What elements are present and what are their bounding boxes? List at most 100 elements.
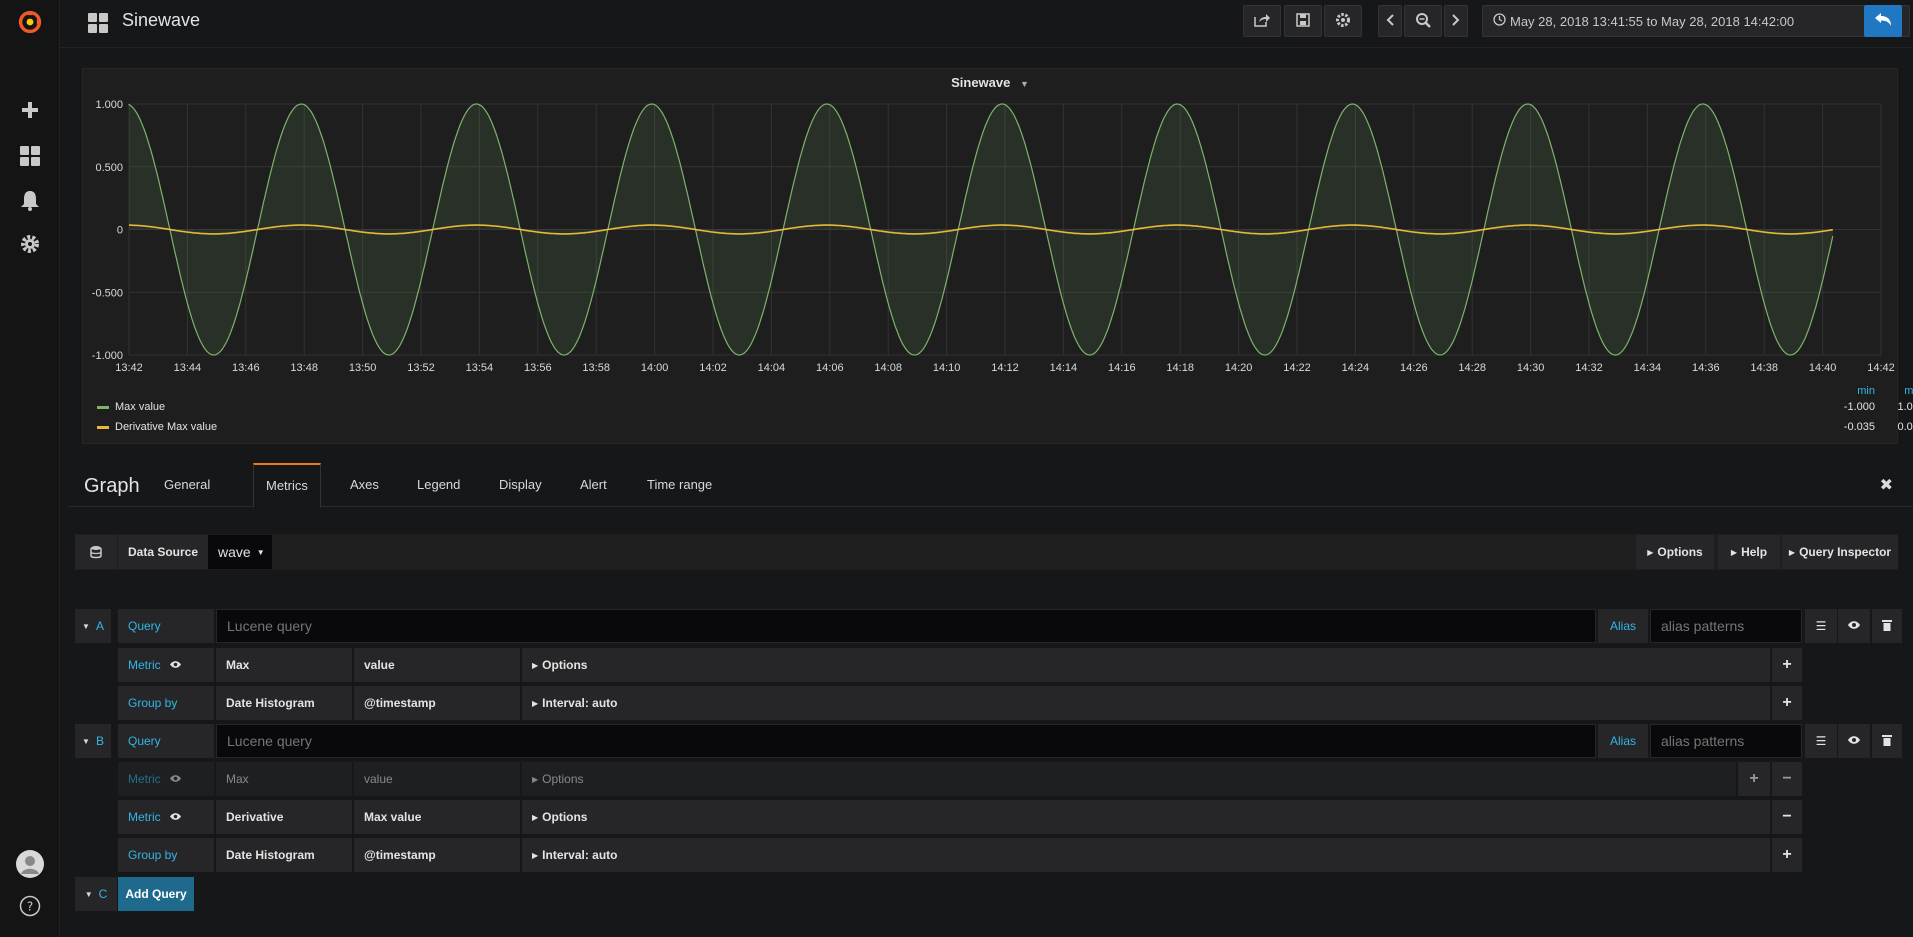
toggle-visibility-button[interactable] — [1838, 609, 1870, 643]
eye-icon[interactable] — [169, 772, 182, 786]
bell-icon[interactable] — [18, 188, 42, 212]
query-b-toggle[interactable]: ▼ B — [75, 724, 111, 758]
plus-icon: + — [1749, 770, 1759, 787]
metric-type[interactable]: Max — [216, 762, 352, 796]
metric-options[interactable]: ▶ Options — [522, 648, 1770, 682]
legend-label[interactable]: Max value — [115, 401, 165, 413]
x-tick-label: 14:02 — [699, 362, 727, 374]
remove-metric-button[interactable]: − — [1772, 762, 1802, 796]
x-tick-label: 14:16 — [1108, 362, 1136, 374]
metric-field[interactable]: value — [354, 648, 520, 682]
chart-canvas[interactable]: 1.000 0.500 0 -0.500 -1.00013:42 13:44 13:46 13… — [83, 69, 1899, 379]
close-editor-icon[interactable]: ✖ — [1880, 475, 1893, 495]
options-button[interactable]: ▶ Options — [1636, 535, 1714, 569]
metric-field[interactable]: value — [354, 762, 520, 796]
query-a-input[interactable] — [216, 609, 1596, 643]
x-tick-label: 14:24 — [1342, 362, 1370, 374]
metric-options[interactable]: ▶ Options — [522, 800, 1770, 834]
cog-icon — [1335, 12, 1351, 31]
tab-axes[interactable]: Axes — [338, 463, 391, 507]
groupby-label: Group by — [118, 838, 214, 872]
x-tick-label: 14:20 — [1225, 362, 1253, 374]
add-metric-button[interactable]: + — [1772, 648, 1802, 682]
dashboards-icon[interactable] — [18, 144, 42, 168]
chevron-left-icon — [1385, 13, 1395, 29]
remove-metric-button[interactable]: − — [1772, 800, 1802, 834]
metric-field[interactable]: Max value — [354, 800, 520, 834]
eye-icon[interactable] — [169, 810, 182, 824]
add-metric-button[interactable]: + — [1738, 762, 1770, 796]
groupby-field[interactable]: @timestamp — [354, 838, 520, 872]
zoom-out-button[interactable] — [1404, 5, 1442, 37]
gear-icon[interactable] — [18, 232, 42, 256]
save-dashboard-button[interactable] — [1284, 5, 1322, 37]
back-arrow-icon — [1874, 12, 1892, 31]
add-query-button[interactable]: Add Query — [118, 877, 194, 911]
x-tick-label: 13:52 — [407, 362, 435, 374]
tab-alert[interactable]: Alert — [568, 463, 619, 507]
legend-label[interactable]: Derivative Max value — [115, 421, 217, 433]
eye-icon[interactable] — [169, 658, 182, 672]
query-c-toggle[interactable]: ▼ C — [75, 877, 117, 911]
tab-time-range[interactable]: Time range — [635, 463, 724, 507]
delete-query-button[interactable] — [1872, 724, 1902, 758]
legend-swatch[interactable] — [97, 425, 109, 429]
share-button[interactable] — [1243, 5, 1281, 37]
query-menu-button[interactable]: ☰ — [1805, 609, 1837, 643]
query-menu-button[interactable]: ☰ — [1805, 724, 1837, 758]
add-groupby-button[interactable]: + — [1772, 838, 1802, 872]
groupby-options[interactable]: ▶ Interval: auto — [522, 686, 1770, 720]
metric-type[interactable]: Max — [216, 648, 352, 682]
plus-icon[interactable] — [18, 98, 42, 122]
bars-icon: ☰ — [1815, 734, 1827, 748]
tab-legend[interactable]: Legend — [405, 463, 472, 507]
time-forward-button[interactable] — [1444, 5, 1468, 37]
add-groupby-button[interactable]: + — [1772, 686, 1802, 720]
groupby-type[interactable]: Date Histogram — [216, 686, 352, 720]
caret-right-icon: ▶ — [1788, 547, 1796, 557]
delete-query-button[interactable] — [1872, 609, 1902, 643]
time-picker-button[interactable]: May 28, 2018 13:41:55 to May 28, 2018 14… — [1482, 5, 1868, 37]
tab-display[interactable]: Display — [487, 463, 554, 507]
y-tick-label: 1.000 — [95, 99, 123, 111]
toggle-visibility-button[interactable] — [1838, 724, 1870, 758]
legend-item[interactable]: Derivative Max value — [97, 421, 217, 433]
y-tick-label: -1.000 — [92, 350, 123, 362]
settings-button[interactable] — [1324, 5, 1362, 37]
metric-type[interactable]: Derivative — [216, 800, 352, 834]
time-back-button[interactable] — [1378, 5, 1402, 37]
datasource-row — [75, 534, 1897, 570]
help-icon[interactable]: ? — [18, 894, 42, 918]
editor-title: Graph — [84, 475, 140, 497]
groupby-type[interactable]: Date Histogram — [216, 838, 352, 872]
metric-options[interactable]: ▶ Options — [522, 762, 1736, 796]
legend-item[interactable]: Max value — [97, 401, 165, 413]
alias-a-input[interactable] — [1650, 609, 1802, 643]
legend-max-value: 1.000 — [1897, 401, 1913, 413]
alias-b-input[interactable] — [1650, 724, 1802, 758]
query-inspector-button[interactable]: ▶ Query Inspector — [1782, 535, 1898, 569]
legend-swatch[interactable] — [97, 405, 109, 409]
tab-general[interactable]: General — [152, 463, 222, 507]
help-button[interactable]: ▶ Help — [1718, 535, 1780, 569]
back-to-dashboard-button[interactable] — [1864, 5, 1902, 37]
save-icon — [1296, 12, 1310, 30]
groupby-field[interactable]: @timestamp — [354, 686, 520, 720]
grafana-logo-icon[interactable] — [18, 10, 42, 34]
time-range-text: May 28, 2018 13:41:55 to May 28, 2018 14… — [1510, 13, 1795, 29]
x-tick-label: 13:42 — [115, 362, 143, 374]
graph-panel: Sinewave ▼ 1.000 0.500 0 -0.500 -1.000 13:42 1… — [82, 68, 1913, 444]
x-tick-label: 13:54 — [466, 362, 494, 374]
x-tick-label: 14:12 — [991, 362, 1019, 374]
tab-metrics[interactable]: Metrics — [253, 463, 321, 508]
query-a-toggle[interactable]: ▼ A — [75, 609, 111, 643]
metric-label: Metric — [118, 800, 214, 834]
groupby-options[interactable]: ▶ Interval: auto — [522, 838, 1770, 872]
legend-max-header[interactable]: max — [1865, 385, 1913, 397]
x-tick-label: 14:10 — [933, 362, 961, 374]
avatar[interactable] — [16, 850, 44, 878]
datasource-picker[interactable]: wave ▼ — [208, 535, 272, 569]
dashboard-title[interactable]: Sinewave — [122, 10, 200, 31]
query-b-input[interactable] — [216, 724, 1596, 758]
plus-icon: + — [1782, 846, 1792, 863]
